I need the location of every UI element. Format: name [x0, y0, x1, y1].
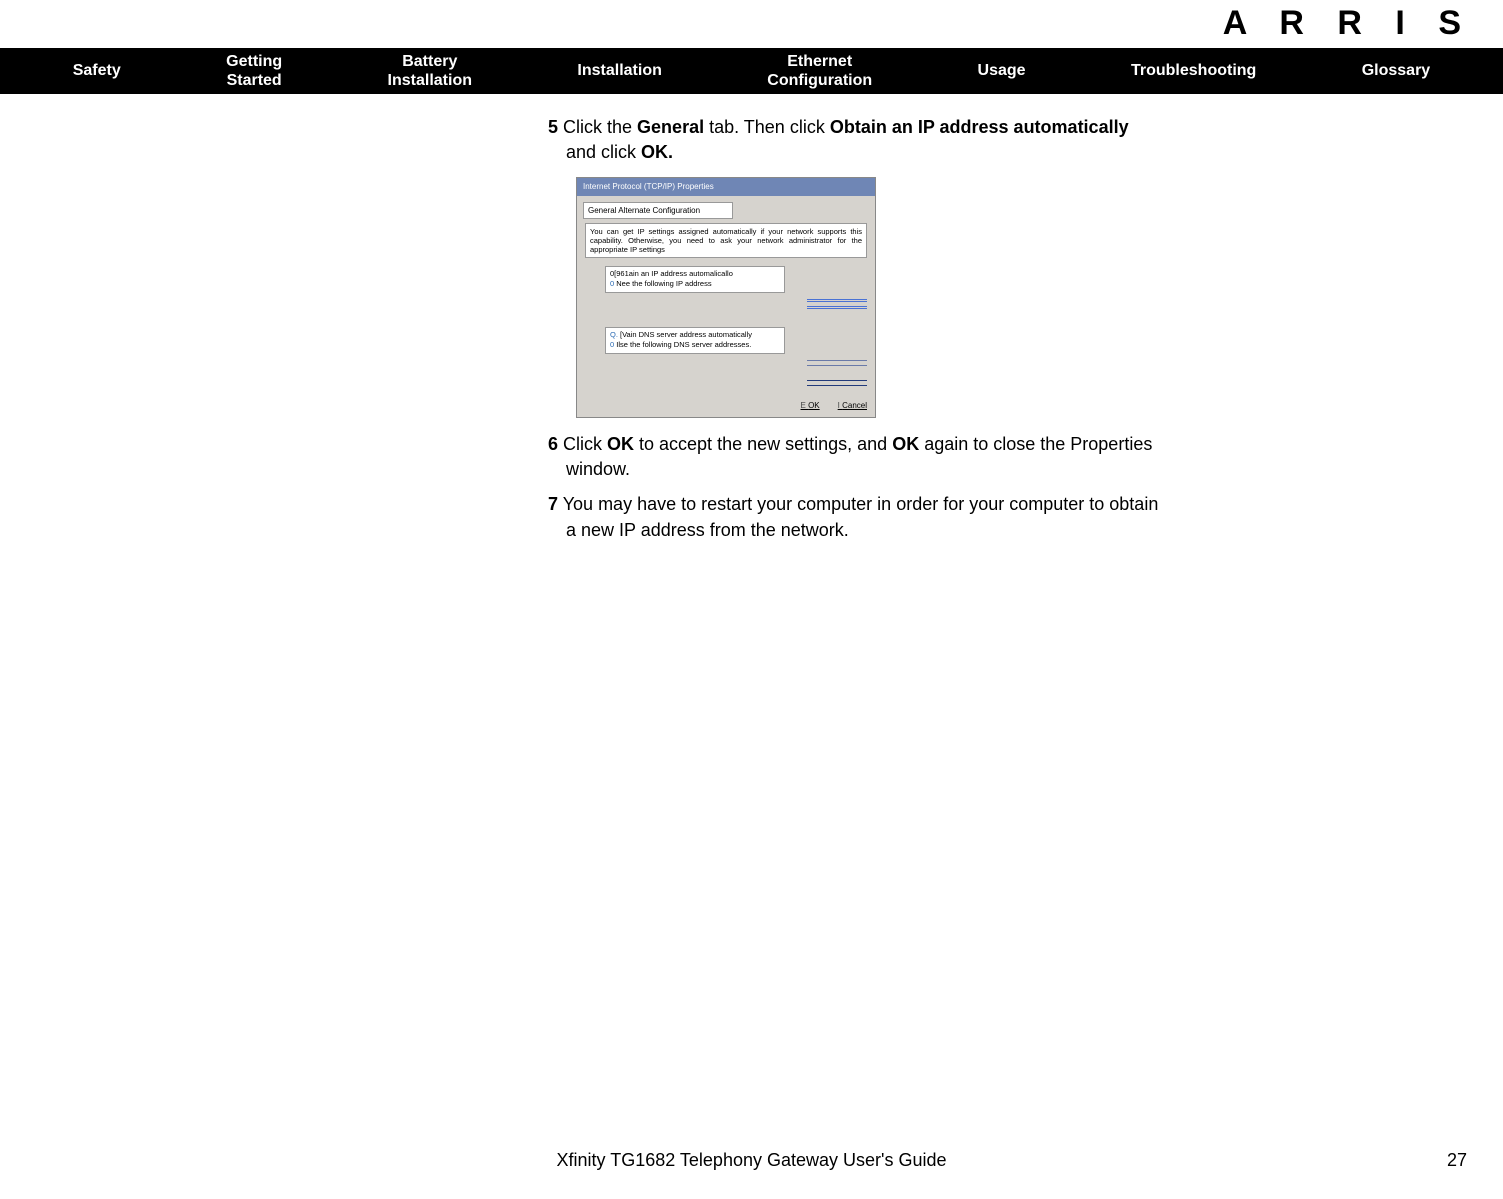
step-5-text-e: and click	[566, 142, 641, 162]
dns-field-1	[585, 360, 867, 361]
step-6: 6 Click OK to accept the new settings, a…	[548, 432, 1473, 482]
dialog-ok-prefix: E	[801, 401, 809, 410]
dialog-titlebar: Internet Protocol (TCP/IP) Properties	[577, 178, 875, 195]
radio-obtain-dns: Q. [Vain DNS server address automaticall…	[610, 330, 780, 341]
nav-battery-installation[interactable]: Battery Installation	[388, 52, 472, 90]
step-6-text-e: again to close the Properties	[919, 434, 1152, 454]
ip-radio-group: 0[961ain an IP address automalicallo 0 N…	[605, 266, 785, 293]
ip-field-1	[585, 299, 867, 302]
radio-obtain-dns-marker: Q.	[610, 330, 618, 339]
main-content: 5 Click the General tab. Then click Obta…	[548, 115, 1473, 553]
nav-ethernet-l2: Configuration	[767, 71, 872, 90]
ip-field-2	[585, 306, 867, 309]
step-5-bold-ok: OK.	[641, 142, 673, 162]
step-6-number: 6	[548, 434, 558, 454]
nav-glossary[interactable]: Glossary	[1362, 61, 1430, 80]
step-5: 5 Click the General tab. Then click Obta…	[548, 115, 1473, 165]
radio-use-dns: 0 Ilse the following DNS server addresse…	[610, 340, 780, 351]
dialog-info-text: You can get IP settings assigned automat…	[585, 223, 867, 258]
step-5-text-a: Click the	[558, 117, 637, 137]
nav-battery-l2: Installation	[388, 71, 472, 90]
brand-logo: A R R I S	[1223, 4, 1473, 43]
step-7-number: 7	[548, 494, 558, 514]
dialog-ok-label: OK	[808, 401, 820, 410]
footer-title: Xfinity TG1682 Telephony Gateway User's …	[0, 1150, 1503, 1171]
top-nav: Safety Getting Started Battery Installat…	[0, 48, 1503, 94]
step-6-text-f: window.	[566, 457, 1473, 482]
nav-battery-l1: Battery	[388, 52, 472, 71]
step-6-text-a: Click	[558, 434, 607, 454]
nav-usage[interactable]: Usage	[978, 61, 1026, 80]
step-5-number: 5	[548, 117, 558, 137]
dialog-tabs: General Alternate Configuration	[583, 202, 733, 219]
dialog-button-row: E OK I Cancel	[577, 398, 875, 417]
extra-field-2	[585, 385, 867, 386]
step-7: 7 You may have to restart your computer …	[548, 492, 1473, 542]
radio-use-dns-label: Ilse the following DNS server addresses.	[614, 340, 751, 349]
dialog-body: You can get IP settings assigned automat…	[577, 219, 875, 398]
dialog-cancel-label: Cancel	[842, 401, 867, 410]
radio-obtain-ip: 0[961ain an IP address automalicallo	[610, 269, 780, 280]
step-5-bold-obtain: Obtain an IP address automatically	[830, 117, 1129, 137]
step-6-text-c: to accept the new settings, and	[634, 434, 892, 454]
radio-use-ip-label: Nee the following IP address	[614, 279, 711, 288]
dialog-cancel-button: I Cancel	[838, 400, 867, 411]
tcpip-dialog-figure: Internet Protocol (TCP/IP) Properties Ge…	[576, 177, 876, 418]
dialog-ok-button: E OK	[801, 400, 820, 411]
nav-getting-started-l2: Started	[226, 71, 282, 90]
nav-ethernet-configuration[interactable]: Ethernet Configuration	[767, 52, 872, 90]
step-5-bold-general: General	[637, 117, 704, 137]
extra-field-1	[585, 380, 867, 381]
nav-safety[interactable]: Safety	[73, 61, 121, 80]
radio-use-ip: 0 Nee the following IP address	[610, 279, 780, 290]
nav-getting-started-l1: Getting	[226, 52, 282, 71]
nav-ethernet-l1: Ethernet	[767, 52, 872, 71]
dns-field-2	[585, 365, 867, 366]
page-number: 27	[1447, 1150, 1467, 1171]
nav-installation[interactable]: Installation	[577, 61, 661, 80]
step-6-bold-ok2: OK	[892, 434, 919, 454]
nav-getting-started[interactable]: Getting Started	[226, 52, 282, 90]
radio-obtain-dns-label: [Vain DNS server address automatically	[618, 330, 752, 339]
step-7-text-a: You may have to restart your computer in…	[558, 494, 1158, 514]
step-5-text-c: tab. Then click	[704, 117, 830, 137]
step-6-bold-ok1: OK	[607, 434, 634, 454]
nav-troubleshooting[interactable]: Troubleshooting	[1131, 61, 1256, 80]
dns-radio-group: Q. [Vain DNS server address automaticall…	[605, 327, 785, 354]
step-7-text-b: a new IP address from the network.	[566, 518, 1473, 543]
